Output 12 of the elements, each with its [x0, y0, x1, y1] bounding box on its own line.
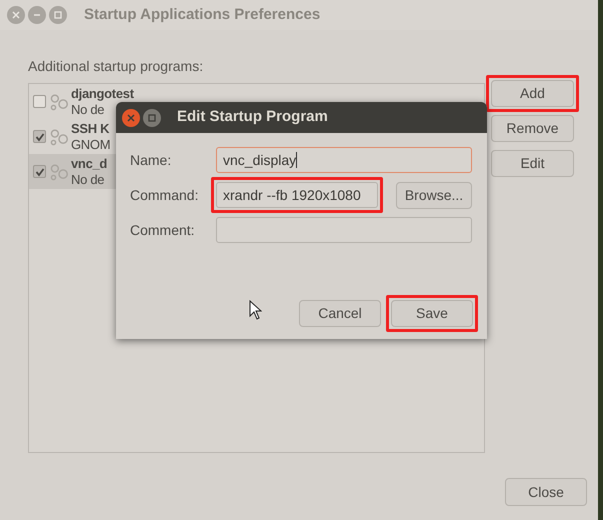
program-description: No de [71, 102, 106, 118]
program-description: No de [71, 172, 106, 188]
dialog-title: Edit Startup Program [177, 107, 328, 128]
program-description: GNOM [71, 136, 110, 152]
field-label: Comment: [130, 220, 196, 240]
field-label: Command: [130, 186, 200, 204]
field-label: Name: [130, 150, 172, 170]
program-name: vnc_d [71, 156, 108, 172]
program-name: SSH K [71, 120, 110, 136]
window-title: Startup Applications Preferences [84, 4, 320, 25]
list-label: Additional startup programs: [28, 57, 204, 76]
program-name: djangotest [71, 86, 134, 102]
